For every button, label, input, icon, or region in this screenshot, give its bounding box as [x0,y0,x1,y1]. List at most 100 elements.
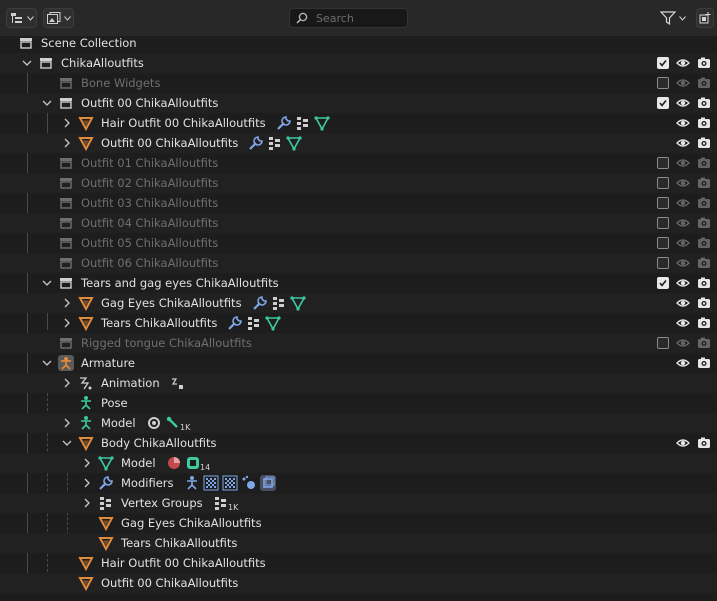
tree-row-armature[interactable]: Armature [0,353,717,373]
solidify-modifier-icon[interactable] [260,475,276,491]
camera-icon[interactable] [697,276,711,290]
tree-row-bone-widgets[interactable]: Bone Widgets [0,73,717,93]
camera-icon[interactable] [697,336,711,350]
eye-icon[interactable] [676,276,690,290]
vertex-groups-icon[interactable] [295,115,311,131]
tree-row-outfit-01-chikaalloutfits[interactable]: Outfit 01 ChikaAlloutfits [0,153,717,173]
eye-icon[interactable] [676,116,690,130]
eye-icon[interactable] [676,56,690,70]
eye-icon[interactable] [676,436,690,450]
bone-settings-icon[interactable] [146,415,162,431]
tree-row-outfit-05-chikaalloutfits[interactable]: Outfit 05 ChikaAlloutfits [0,233,717,253]
camera-icon[interactable] [697,96,711,110]
wrench-icon[interactable] [227,315,243,331]
tree-row-hair-outfit-00-chikaalloutfits[interactable]: Hair Outfit 00 ChikaAlloutfits [0,553,717,573]
mesh-data-icon[interactable] [314,115,330,131]
armature-modifier-icon[interactable] [184,475,200,491]
tree-row-gag-eyes-chikaalloutfits[interactable]: Gag Eyes ChikaAlloutfits [0,293,717,313]
chevron-right-icon[interactable] [81,497,93,509]
camera-icon[interactable] [697,216,711,230]
eye-icon[interactable] [676,76,690,90]
tree-row-rigged-tongue-chikaalloutfits[interactable]: Rigged tongue ChikaAlloutfits [0,333,717,353]
bones-icon[interactable] [165,415,181,431]
exclude-checkbox[interactable] [657,337,669,349]
wrench-icon[interactable] [252,295,268,311]
camera-icon[interactable] [697,176,711,190]
chevron-right-icon[interactable] [61,317,73,329]
eye-icon[interactable] [676,156,690,170]
search-field[interactable]: Search [289,8,408,28]
tree-row-outfit-02-chikaalloutfits[interactable]: Outfit 02 ChikaAlloutfits [0,173,717,193]
vertex-groups-icon[interactable] [213,495,229,511]
tree-row-tears-chikaalloutfits[interactable]: Tears ChikaAlloutfits [0,533,717,553]
action-icon[interactable] [170,375,186,391]
eye-icon[interactable] [676,216,690,230]
eye-icon[interactable] [676,96,690,110]
chevron-right-icon[interactable] [81,477,93,489]
eye-icon[interactable] [676,236,690,250]
tree-row-chikaalloutfits[interactable]: ChikaAlloutfits [0,53,717,73]
camera-icon[interactable] [697,256,711,270]
chevron-down-icon[interactable] [21,57,33,69]
exclude-checkbox[interactable] [657,157,669,169]
chevron-down-icon[interactable] [41,97,53,109]
vertex-groups-icon[interactable] [246,315,262,331]
camera-icon[interactable] [697,56,711,70]
tree-row-outfit-06-chikaalloutfits[interactable]: Outfit 06 ChikaAlloutfits [0,253,717,273]
tree-row-modifiers[interactable]: Modifiers [0,473,717,493]
camera-icon[interactable] [697,436,711,450]
chevron-right-icon[interactable] [81,457,93,469]
eye-icon[interactable] [676,356,690,370]
eye-icon[interactable] [676,336,690,350]
eye-icon[interactable] [676,256,690,270]
eye-icon[interactable] [676,136,690,150]
camera-icon[interactable] [697,236,711,250]
eye-icon[interactable] [676,296,690,310]
chevron-right-icon[interactable] [61,417,73,429]
filter-display-dropdown[interactable] [43,8,74,28]
camera-icon[interactable] [697,356,711,370]
chevron-right-icon[interactable] [61,377,73,389]
particle-icon[interactable] [241,475,257,491]
new-collection-button[interactable] [696,8,714,28]
tree-row-outfit-00-chikaalloutfits[interactable]: Outfit 00 ChikaAlloutfits [0,573,717,593]
tree-row-tears-chikaalloutfits[interactable]: Tears ChikaAlloutfits [0,313,717,333]
wrench-icon[interactable] [276,115,292,131]
exclude-checkbox[interactable] [657,237,669,249]
tree-row-gag-eyes-chikaalloutfits[interactable]: Gag Eyes ChikaAlloutfits [0,513,717,533]
chevron-right-icon[interactable] [61,297,73,309]
eye-icon[interactable] [676,196,690,210]
tree-row-outfit-03-chikaalloutfits[interactable]: Outfit 03 ChikaAlloutfits [0,193,717,213]
exclude-checkbox[interactable] [657,77,669,89]
chevron-right-icon[interactable] [61,117,73,129]
eye-icon[interactable] [676,176,690,190]
tree-row-pose[interactable]: Pose [0,393,717,413]
mesh-data-icon[interactable] [286,135,302,151]
tree-row-scene-collection[interactable]: Scene Collection [0,33,717,53]
camera-icon[interactable] [697,136,711,150]
exclude-checkbox[interactable] [657,257,669,269]
chevron-down-icon[interactable] [41,277,53,289]
material-icon[interactable] [166,455,182,471]
exclude-checkbox[interactable] [657,217,669,229]
camera-icon[interactable] [697,116,711,130]
mesh-data-icon[interactable] [265,315,281,331]
tree-row-hair-outfit-00-chikaalloutfits[interactable]: Hair Outfit 00 ChikaAlloutfits [0,113,717,133]
tree-row-vertex-groups[interactable]: Vertex Groups 1K [0,493,717,513]
exclude-checkbox[interactable] [657,197,669,209]
tree-row-animation[interactable]: Animation [0,373,717,393]
tree-row-model[interactable]: Model 14 [0,453,717,473]
eye-icon[interactable] [676,316,690,330]
exclude-checkbox[interactable] [657,57,669,69]
vertex-groups-icon[interactable] [267,135,283,151]
camera-icon[interactable] [697,196,711,210]
display-mode-dropdown[interactable] [6,8,37,28]
wrench-icon[interactable] [248,135,264,151]
chevron-down-icon[interactable] [41,357,53,369]
mesh-data-icon[interactable] [290,295,306,311]
mask-modifier-icon[interactable] [222,475,238,491]
chevron-down-icon[interactable] [61,437,73,449]
tree-row-body-chikaalloutfits[interactable]: Body ChikaAlloutfits [0,433,717,453]
exclude-checkbox[interactable] [657,97,669,109]
chevron-right-icon[interactable] [61,137,73,149]
